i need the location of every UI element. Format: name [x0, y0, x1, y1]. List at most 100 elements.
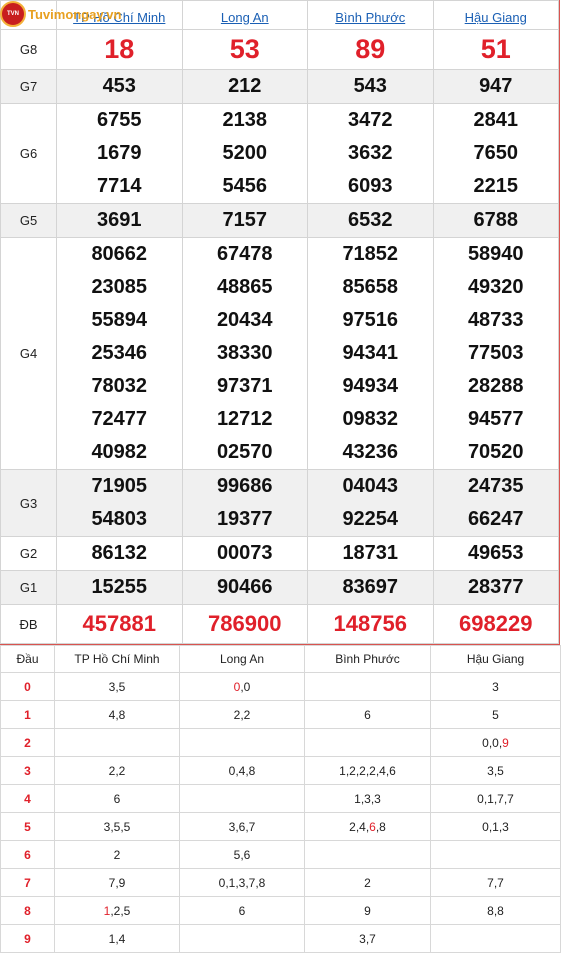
prize-label: G7 [0, 69, 57, 104]
prize-cell: 49653 [432, 536, 559, 571]
province-header[interactable]: Hậu Giang [432, 0, 559, 30]
prize-number: 3472 [348, 109, 393, 131]
loto-value: 3,5 [487, 763, 504, 778]
prize-number: 72477 [91, 408, 148, 430]
prize-cell: 80662 23085 55894 25346 78032 72477 40982 [56, 237, 183, 470]
prize-number: 48733 [467, 309, 524, 331]
loto-dau: 5 [0, 812, 55, 841]
prize-number: 7650 [473, 142, 519, 164]
prize-cell: 28377 [432, 570, 559, 605]
province-header[interactable]: Bình Phước [307, 0, 434, 30]
loto-cell: 3,5 [54, 672, 180, 701]
loto-value: 5,6 [233, 847, 251, 862]
prize-number: 71905 [91, 475, 148, 497]
prize-number: 2215 [473, 175, 519, 197]
loto-dau: 2 [0, 728, 55, 757]
prize-number: 28377 [467, 576, 524, 598]
prize-cell: 2138 5200 5456 [181, 103, 308, 204]
province-link[interactable]: Bình Phước [335, 10, 405, 25]
prize-number: 12712 [216, 408, 273, 430]
prize-cell: 6532 [307, 203, 434, 238]
prize-cell: 947 [432, 69, 559, 104]
prize-cell: 15255 [56, 570, 183, 605]
prize-cell: 86132 [56, 536, 183, 571]
province-link[interactable]: Hậu Giang [465, 10, 527, 25]
loto-value: 1,4 [108, 931, 126, 946]
prize-cell: 18 [56, 29, 183, 70]
loto-dau: 9 [0, 924, 55, 953]
prize-cell: 212 [181, 69, 308, 104]
loto-row: 6 2 5,6 [0, 840, 561, 869]
loto-cell: 0,0,9 [430, 728, 561, 757]
prize-cell: 90466 [181, 570, 308, 605]
prize-number: 3632 [348, 142, 393, 164]
prize-row-db: ĐB 457881 786900 148756 698229 [0, 604, 559, 644]
loto-value: ,2,5 [110, 903, 131, 918]
loto-value: 4,8 [108, 707, 126, 722]
prize-label: G3 [0, 469, 57, 537]
prize-cell: 2841 7650 2215 [432, 103, 559, 204]
loto-dau: 8 [0, 896, 55, 925]
prize-number: 19377 [216, 508, 273, 530]
prize-number: 09832 [342, 408, 399, 430]
prize-number: 54803 [91, 508, 148, 530]
prize-row-g4: G4 80662 23085 55894 25346 78032 72477 40982 674… [0, 237, 559, 470]
loto-header-province: Bình Phước [304, 645, 431, 673]
loto-value: 9 [502, 735, 509, 750]
loto-value: 1,2,2,2,4,6 [339, 763, 396, 778]
loto-value: 7,7 [487, 875, 504, 890]
loto-header-province: Long An [179, 645, 305, 673]
prize-number: 94341 [342, 342, 399, 364]
prize-row-g1: G1 15255 90466 83697 28377 [0, 570, 559, 605]
prize-number: 5456 [222, 175, 268, 197]
loto-cell: 4,8 [54, 700, 180, 729]
prize-cell: 71852 85658 97516 94341 94934 09832 43236 [307, 237, 434, 470]
loto-cell: 1,2,2,2,4,6 [304, 756, 431, 785]
loto-header-province: Hậu Giang [430, 645, 561, 673]
prize-number: 00073 [216, 542, 273, 564]
loto-cell: 2,2 [179, 700, 305, 729]
prize-number: 02570 [216, 441, 273, 463]
prize-number: 6093 [348, 175, 393, 197]
prize-number: 24735 [467, 475, 524, 497]
loto-value: 0,1,7,7 [477, 791, 514, 806]
prize-number: 947 [479, 75, 513, 97]
prize-label: G1 [0, 570, 57, 605]
loto-value: ,0 [240, 679, 251, 694]
loto-cell: 1,2,5 [54, 896, 180, 925]
loto-value: 2,2 [233, 707, 251, 722]
loto-cell: 7,7 [430, 868, 561, 897]
prize-cell: 698229 [432, 604, 559, 644]
prize-number: 53 [229, 34, 260, 64]
prize-number: 92254 [342, 508, 399, 530]
site-logo[interactable]: TVN Tuvimongay.vn [0, 0, 121, 28]
loto-header-province: TP Hồ Chí Minh [54, 645, 180, 673]
province-header[interactable]: Long An [181, 0, 308, 30]
loto-cell [430, 840, 561, 869]
loto-row: 0 3,5 0,0 3 [0, 672, 561, 701]
loto-value: 6 [369, 819, 376, 834]
province-link[interactable]: Long An [221, 10, 269, 25]
prize-row-g7: G7 453 212 543 947 [0, 69, 559, 104]
prize-number: 67478 [216, 243, 273, 265]
prize-cell: 04043 92254 [307, 469, 434, 537]
prize-cell: 457881 [56, 604, 183, 644]
prize-number: 786900 [208, 611, 282, 636]
loto-dau: 3 [0, 756, 55, 785]
prize-number: 698229 [459, 611, 533, 636]
loto-cell: 9 [304, 896, 431, 925]
loto-cell [54, 728, 180, 757]
loto-value: 3,7 [359, 931, 376, 946]
prize-cell: 7157 [181, 203, 308, 238]
prize-row-g6: G6 6755 1679 7714 2138 5200 5456 3472 3632 6093 28… [0, 103, 559, 204]
prize-number: 77503 [467, 342, 524, 364]
loto-row: 1 4,8 2,2 6 5 [0, 700, 561, 729]
loto-cell: 2,2 [54, 756, 180, 785]
prize-number: 2138 [222, 109, 268, 131]
loto-dau: 1 [0, 700, 55, 729]
loto-cell [179, 728, 305, 757]
loto-dau: 4 [0, 784, 55, 813]
prize-row-g5: G5 3691 7157 6532 6788 [0, 203, 559, 238]
loto-row: 3 2,2 0,4,8 1,2,2,2,4,6 3,5 [0, 756, 561, 785]
loto-cell: 1,3,3 [304, 784, 431, 813]
